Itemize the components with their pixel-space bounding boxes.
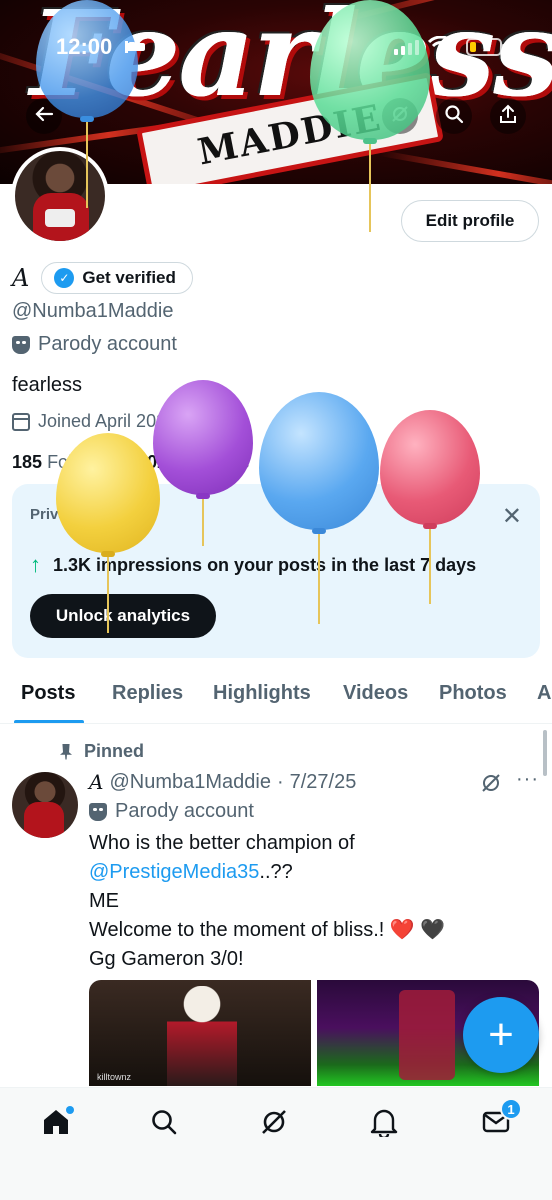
nav-search[interactable] [144,1104,184,1144]
followers-label: Followers [172,452,250,472]
post-text-line: Who is the better champion of [89,832,355,854]
post-media-image[interactable]: killtownz [89,980,311,1086]
wifi-icon [427,35,455,61]
sleep-focus-icon [124,38,146,59]
following-count: 185 [12,452,43,472]
back-button[interactable] [26,98,62,134]
joined-date: Joined April 2024 [38,411,177,431]
nav-messages[interactable]: 1 [476,1098,522,1144]
tab-highlights[interactable]: Highlights [213,682,311,705]
active-tab-indicator [14,720,84,723]
impressions-text: 1.3K impressions on your posts in the la… [53,554,477,575]
followers-link[interactable]: 202 Followers [137,452,249,473]
unlock-analytics-button[interactable]: Unlock analytics [30,594,216,638]
post-text-line: Welcome to the moment of bliss.! ❤️ 🖤 [89,916,445,945]
cellular-signal-icon [394,40,419,55]
search-icon [150,1108,178,1141]
joined-row: Joined April 2024 [12,411,176,432]
post-text-fragment: Welcome to the moment of bliss.! [89,919,385,941]
tab-articles[interactable]: A [537,682,551,705]
parody-label-row: Parody account [12,333,177,356]
nav-grok[interactable] [254,1104,294,1144]
status-time: 12:00 [56,34,113,59]
get-verified-label: Get verified [82,268,176,287]
nav-home[interactable] [36,1104,76,1144]
profile-bio: fearless [12,374,83,396]
grok-icon[interactable] [480,772,502,799]
messages-badge: 1 [500,1098,522,1120]
following-link[interactable]: 185 Following [12,452,123,473]
arrow-up-icon: ↑ [30,552,41,577]
display-name: A [12,264,30,292]
tab-photos[interactable]: Photos [439,682,507,705]
post-header: A @Numba1Maddie · 7/27/25 [89,770,356,794]
post-author-avatar[interactable] [12,772,78,838]
post-text-line: Gg Gameron 3/0! [89,948,244,970]
search-icon [444,104,464,129]
post-separator: · [276,770,284,793]
post-parody-label: Parody account [115,800,254,822]
share-button[interactable] [490,98,526,134]
post-text-line: @PrestigeMedia35..?? [89,858,445,887]
post-author-handle[interactable]: @Numba1Maddie [109,771,271,794]
parody-mask-icon [89,802,107,821]
battery-icon [466,38,505,56]
banner-light-ray [379,150,552,184]
parody-label: Parody account [38,333,177,355]
tab-replies[interactable]: Replies [112,682,183,705]
more-options-icon[interactable]: ··· [516,768,539,791]
post-text-line: ME [89,890,119,912]
red-heart-emoji: ❤️ [389,919,415,941]
edit-profile-button[interactable]: Edit profile [401,200,539,242]
grok-icon [259,1107,289,1142]
plus-icon: + [488,1010,514,1059]
share-icon [498,104,518,129]
post-parody-row: Parody account [89,800,254,823]
pin-icon [60,743,72,760]
pinned-label: Pinned [84,741,145,761]
post-author-name[interactable]: A [89,770,103,794]
media-caption: killtownz [97,1072,132,1082]
grok-icon [390,104,410,129]
parody-mask-icon [12,335,30,354]
post-text: Who is the better champion of @PrestigeM… [89,829,445,974]
status-bar: 12:00 [0,28,552,68]
following-label: Following [47,452,124,472]
scrollbar[interactable] [543,730,547,776]
grok-button[interactable] [382,98,418,134]
impressions-row: ↑ 1.3K impressions on your posts in the … [30,552,476,578]
analytics-card: Private to you ✕ ↑ 1.3K impressions on y… [12,484,540,658]
compose-post-button[interactable]: + [463,997,539,1073]
black-heart-emoji: 🖤 [420,919,446,941]
followers-count: 202 [137,452,168,472]
get-verified-button[interactable]: ✓ Get verified [41,262,193,294]
unread-dot [66,1106,74,1114]
close-icon[interactable]: ✕ [502,502,522,531]
bottom-navigation: 1 [0,1087,552,1200]
profile-handle: @Numba1Maddie [12,300,174,322]
arrow-left-icon [34,104,54,129]
tab-posts[interactable]: Posts [21,682,75,705]
calendar-icon [12,412,30,431]
pinned-row: Pinned [60,741,144,762]
follow-stats: 185 Following 202 Followers [12,452,249,473]
profile-tabs: Posts Replies Highlights Videos Photos A [0,668,552,724]
profile-avatar[interactable] [11,147,109,245]
bell-icon [370,1107,398,1142]
verified-badge-icon: ✓ [54,268,75,288]
post-text-suffix: ..?? [259,861,293,883]
private-to-you-label: Private to you [30,506,130,523]
mention-link[interactable]: @PrestigeMedia35 [89,861,259,883]
nav-notifications[interactable] [364,1104,404,1144]
name-row: A ✓ Get verified [12,262,193,294]
post-date[interactable]: 7/27/25 [290,771,357,794]
search-button[interactable] [436,98,472,134]
tab-videos[interactable]: Videos [343,682,408,705]
